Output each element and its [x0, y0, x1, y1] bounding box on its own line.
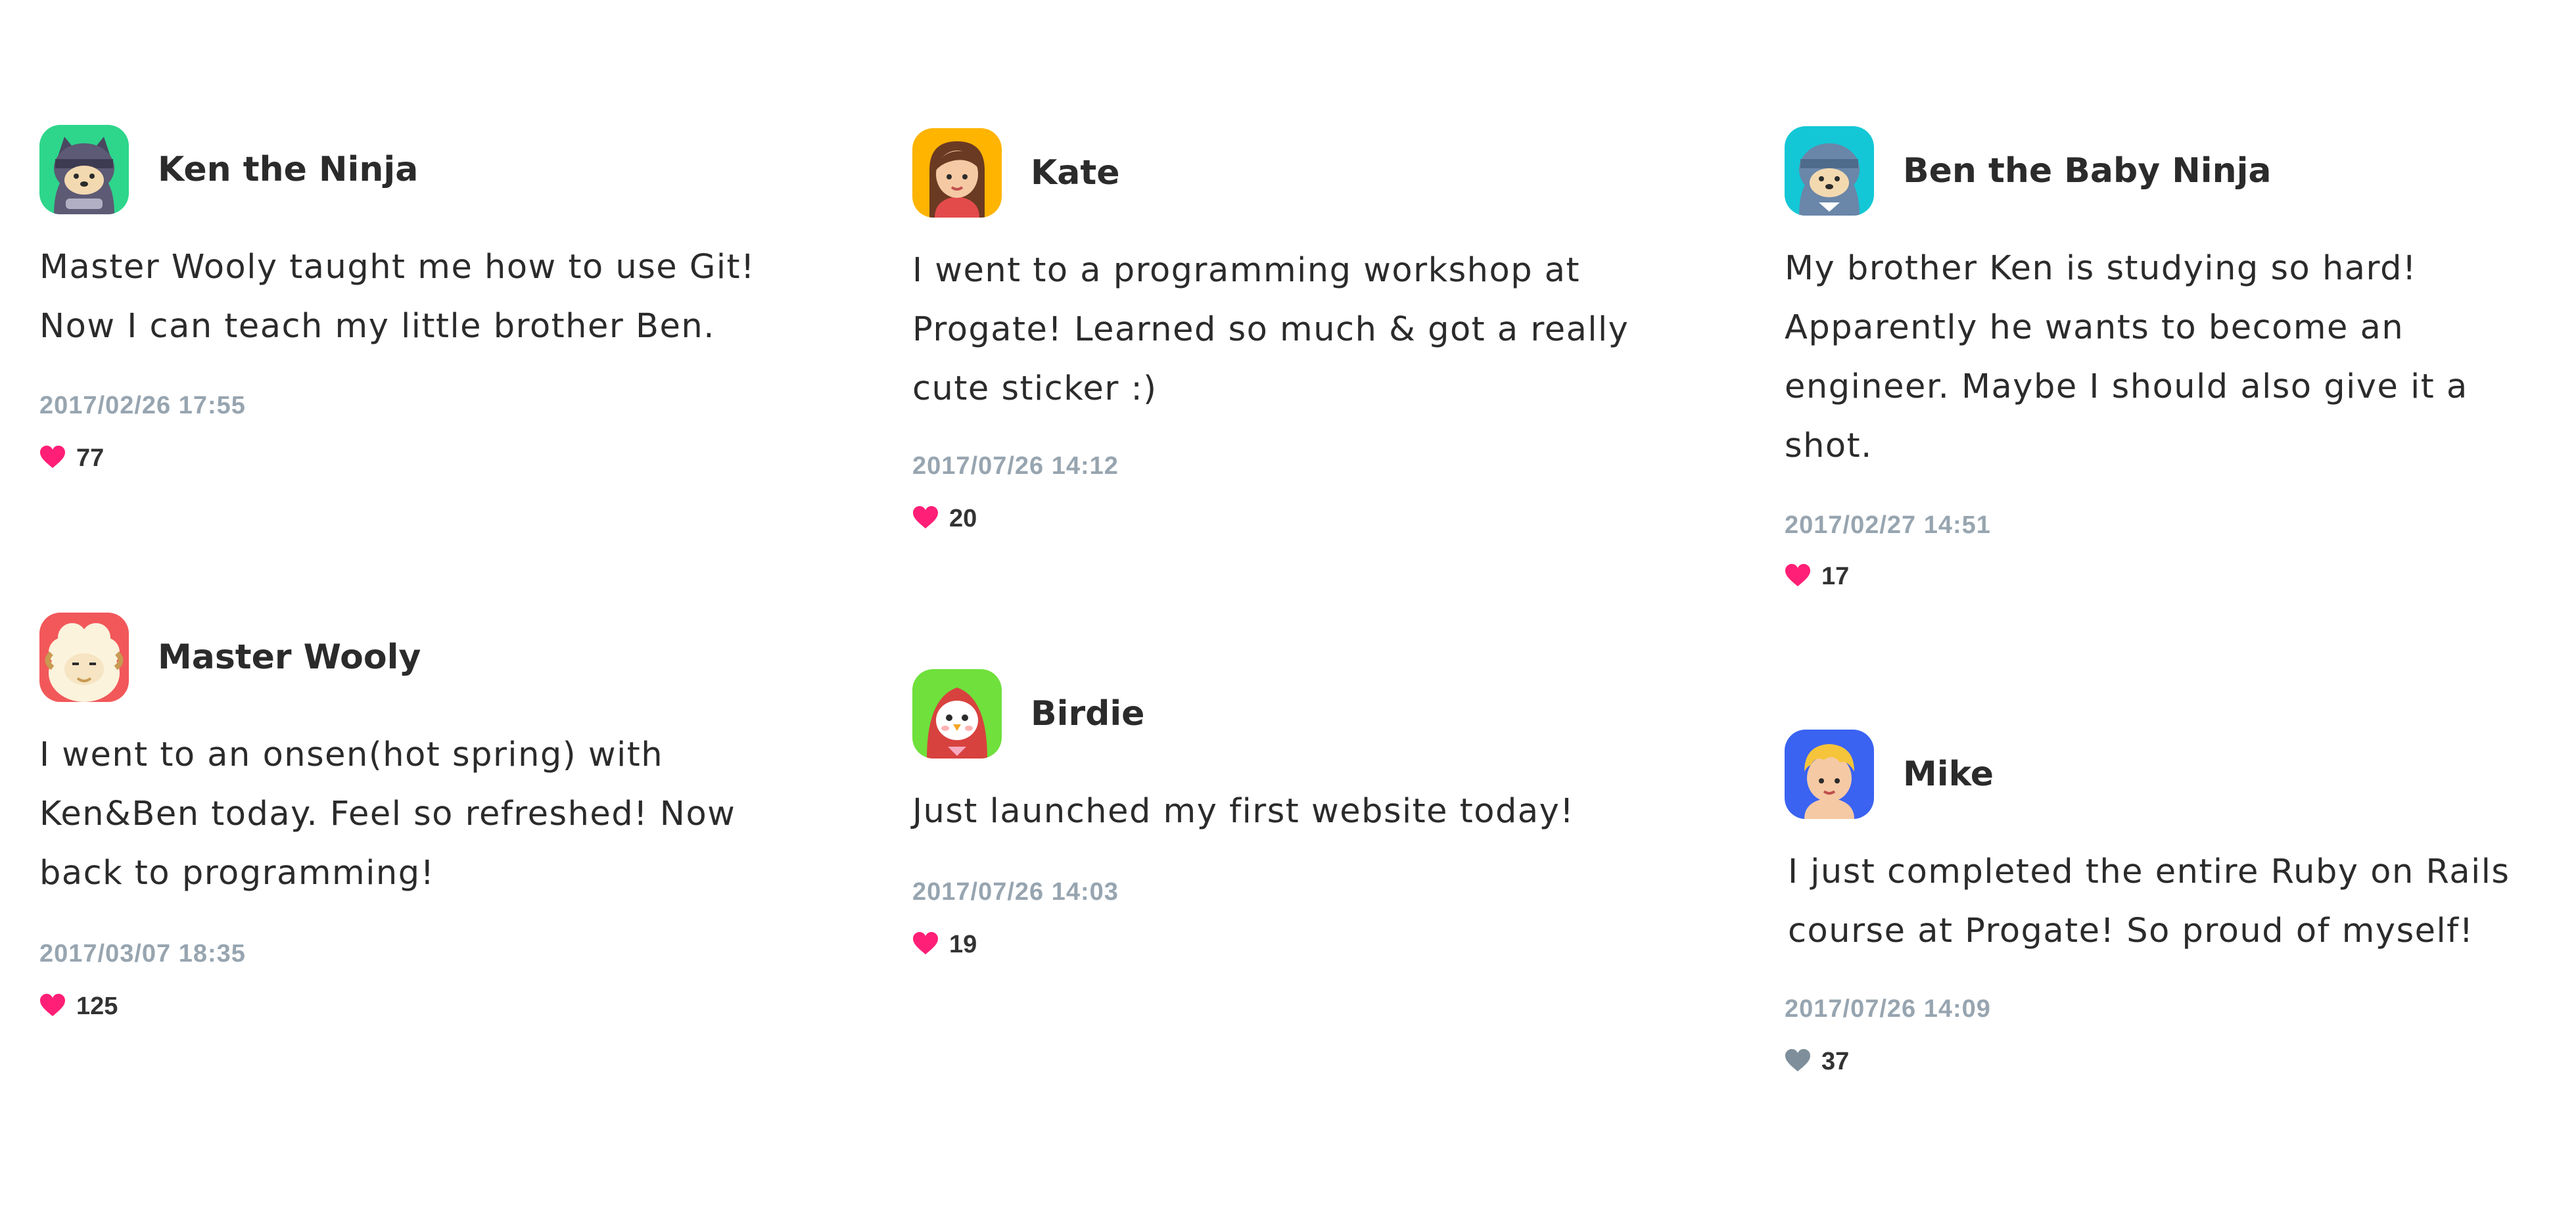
baby-ninja-avatar-icon[interactable]: [1785, 126, 1874, 216]
post-text: I just completed the entire Ruby on Rail…: [1788, 852, 2510, 950]
heart-icon[interactable]: [1785, 564, 1811, 588]
post-user-name[interactable]: Master Wooly: [158, 635, 421, 680]
post-user-name[interactable]: Kate: [1031, 151, 1120, 195]
post-header: Ben the Baby Ninja: [1785, 126, 2576, 216]
post-card[interactable]: Kate I went to a programming workshop at…: [912, 128, 1727, 532]
like-count: 20: [949, 505, 977, 532]
bird-avatar-icon[interactable]: [912, 669, 1002, 759]
posts-feed: Ken the Ninja Master Wooly taught me how…: [0, 0, 2576, 1214]
heart-icon[interactable]: [39, 994, 66, 1017]
like-count: 37: [1821, 1048, 1850, 1075]
post-card[interactable]: Birdie Just launched my first website to…: [912, 669, 1727, 958]
post-card[interactable]: Mike I just completed the entire Ruby on…: [1785, 730, 2576, 1075]
boy-avatar-icon[interactable]: [1785, 730, 1874, 819]
like-count: 77: [76, 444, 105, 472]
post-date: 2017/07/26 14:12: [912, 452, 1119, 480]
post-header: Master Wooly: [39, 613, 855, 702]
heart-icon[interactable]: [39, 446, 66, 469]
post-card[interactable]: Master Wooly I went to an onsen(hot spri…: [39, 613, 855, 1020]
girl-avatar-icon[interactable]: [912, 128, 1002, 218]
post-user-name[interactable]: Ben the Baby Ninja: [1903, 149, 2272, 193]
post-text: Just launched my first website today!: [912, 792, 1575, 831]
post-date: 2017/07/26 14:03: [912, 878, 1119, 906]
like-count: 19: [949, 931, 977, 958]
post-card[interactable]: Ben the Baby Ninja My brother Ken is stu…: [1785, 126, 2576, 590]
post-date: 2017/07/26 14:09: [1785, 995, 1991, 1023]
ninja-cat-avatar-icon[interactable]: [39, 125, 129, 214]
post-header: Kate: [912, 128, 1727, 218]
post-header: Mike: [1785, 730, 2576, 819]
heart-icon[interactable]: [912, 506, 939, 530]
post-header: Birdie: [912, 669, 1727, 759]
post-header: Ken the Ninja: [39, 125, 855, 214]
post-text: I went to a programming workshop at Prog…: [912, 251, 1629, 408]
post-date: 2017/02/26 17:55: [39, 392, 246, 419]
sheep-avatar-icon[interactable]: [39, 613, 129, 702]
post-text: I went to an onsen(hot spring) with Ken&…: [39, 735, 736, 893]
heart-icon[interactable]: [1785, 1049, 1811, 1073]
post-date: 2017/02/27 14:51: [1785, 511, 1991, 539]
post-user-name[interactable]: Mike: [1903, 752, 1994, 797]
post-text: Master Wooly taught me how to use Git! N…: [39, 248, 756, 346]
post-text: My brother Ken is studying so hard! Appa…: [1785, 249, 2468, 465]
like-count: 125: [76, 992, 118, 1020]
post-user-name[interactable]: Ken the Ninja: [158, 147, 418, 192]
like-count: 17: [1821, 563, 1850, 590]
post-card[interactable]: Ken the Ninja Master Wooly taught me how…: [39, 125, 855, 472]
post-user-name[interactable]: Birdie: [1031, 691, 1144, 736]
post-date: 2017/03/07 18:35: [39, 940, 246, 968]
heart-icon[interactable]: [912, 932, 939, 956]
